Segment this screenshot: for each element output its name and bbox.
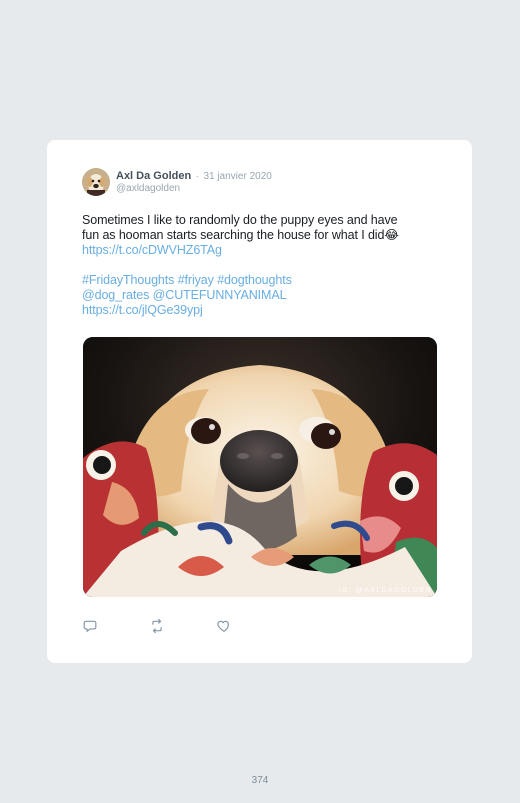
hashtag-dogthoughts[interactable]: #dogthoughts bbox=[217, 273, 292, 287]
retweet-icon bbox=[152, 619, 162, 633]
tweet-header: Axl Da Golden · 31 janvier 2020 @axldago… bbox=[82, 167, 272, 197]
author-handle[interactable]: @axldagolden bbox=[116, 183, 272, 195]
retweet-button[interactable] bbox=[150, 619, 164, 633]
tweet-actions bbox=[83, 619, 231, 633]
page-number: 374 bbox=[251, 775, 269, 786]
tweet-date[interactable]: 31 janvier 2020 bbox=[203, 171, 271, 182]
tweet-meta: Axl Da Golden · 31 janvier 2020 @axldago… bbox=[116, 169, 272, 195]
tweet-body: Sometimes I like to randomly do the pupp… bbox=[82, 213, 437, 318]
reply-button[interactable] bbox=[83, 619, 97, 633]
tweet-link-2[interactable]: https://t.co/jlQGe39ypj bbox=[82, 303, 203, 317]
body-line-2: fun as hooman starts searching the house… bbox=[82, 228, 399, 242]
heart-icon bbox=[217, 620, 229, 632]
tweet-link-1[interactable]: https://t.co/cDWVHZ6TAg bbox=[82, 243, 222, 257]
hashtag-friyay[interactable]: #friyay bbox=[178, 273, 214, 287]
tweet-photo[interactable]: IG: @AXLDAGOLDEN bbox=[83, 337, 437, 597]
tweet-card: Axl Da Golden · 31 janvier 2020 @axldago… bbox=[47, 140, 472, 663]
mention-cutefunnyanimal[interactable]: @CUTEFUNNYANIMAL bbox=[153, 288, 287, 302]
like-button[interactable] bbox=[217, 619, 231, 633]
meta-separator: · bbox=[195, 171, 199, 182]
dog-photo-illustration bbox=[83, 337, 437, 597]
hashtag-fridaythoughts[interactable]: #FridayThoughts bbox=[82, 273, 174, 287]
avatar-image bbox=[82, 168, 110, 196]
body-line-1: Sometimes I like to randomly do the pupp… bbox=[82, 213, 398, 227]
reply-icon bbox=[83, 620, 97, 632]
author-name[interactable]: Axl Da Golden bbox=[116, 170, 191, 182]
avatar[interactable] bbox=[82, 168, 110, 196]
photo-watermark: IG: @AXLDAGOLDEN bbox=[338, 587, 432, 594]
mention-dog-rates[interactable]: @dog_rates bbox=[82, 288, 149, 302]
